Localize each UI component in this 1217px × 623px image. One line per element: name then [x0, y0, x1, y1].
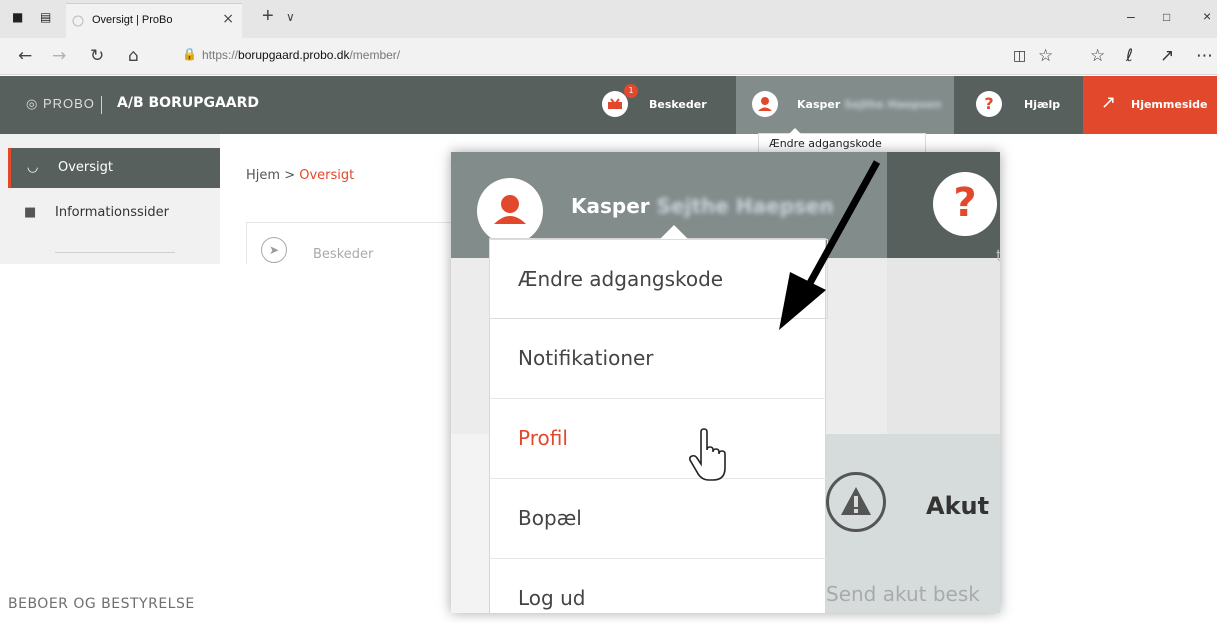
messages-label: Beskeder — [649, 98, 707, 111]
org-name: A/B BORUPGAARD — [117, 95, 260, 111]
favicon-icon — [72, 15, 84, 27]
sidebar-item-label: Informationssider — [55, 205, 170, 220]
favorite-star-icon[interactable]: ☆ — [1038, 46, 1053, 66]
homepage-button[interactable]: ↗ Hjemmeside — [1083, 76, 1217, 134]
breadcrumb-separator: > — [284, 168, 296, 183]
sidebar-item-label: Oversigt — [58, 160, 114, 175]
change-password-tooltip[interactable]: Ændre adgangskode — [758, 128, 926, 153]
menu-item-notifications[interactable]: Notifikationer — [490, 319, 827, 399]
browser-tab-bar: ■ ▤ Oversigt | ProBo × + ∨ – □ × — [0, 0, 1217, 38]
close-tab-icon[interactable]: × — [222, 11, 234, 27]
book-icon: ■ — [24, 205, 37, 220]
new-tab-icon[interactable]: + — [262, 5, 274, 28]
share-icon[interactable]: ↗ — [1160, 46, 1174, 66]
messages-card[interactable]: ➤ Beskeder — [246, 222, 456, 270]
app-header: ◎ PROBO A/B BORUPGAARD 1 Beskeder Kasper… — [0, 76, 1217, 134]
help-icon: ? — [976, 91, 1002, 117]
help-label: Hjælp — [1024, 98, 1061, 111]
web-note-icon[interactable]: ℓ — [1126, 46, 1133, 66]
sidebar-item-oversigt[interactable]: ◡ Oversigt — [8, 148, 220, 188]
inbox-icon — [602, 91, 628, 117]
akut-label: Akut — [926, 492, 990, 520]
tooltip-text: Ændre adgangskode — [769, 137, 882, 150]
reading-view-icon[interactable]: ◫ — [1013, 48, 1026, 64]
homepage-label: Hjemmeside — [1131, 98, 1208, 111]
breadcrumb-current: Oversigt — [299, 168, 355, 183]
send-icon: ➤ — [261, 237, 287, 263]
chevron-down-icon[interactable]: ∨ — [286, 10, 295, 24]
minimize-icon[interactable]: – — [1127, 8, 1135, 24]
browser-tab[interactable]: Oversigt | ProBo × — [66, 3, 242, 38]
user-avatar-icon — [752, 91, 778, 117]
messages-badge: 1 — [624, 84, 638, 98]
menu-item-residence[interactable]: Bopæl — [490, 479, 827, 559]
breadcrumb: Hjem > Oversigt — [246, 168, 354, 183]
sidebar: ◡ Oversigt ■ Informationssider — [0, 134, 220, 264]
external-link-icon: ↗ — [1101, 92, 1117, 113]
menu-item-change-password[interactable]: Ændre adgangskode — [489, 239, 828, 319]
messages-button[interactable]: 1 Beskeder — [580, 76, 736, 134]
card-title: Beskeder — [313, 247, 374, 262]
menu-item-profile[interactable]: Profil — [490, 399, 827, 479]
zoom-right-label: tbesked — [996, 246, 1000, 265]
url-text: https://borupgaard.probo.dk/member/ — [202, 48, 401, 62]
home-icon[interactable]: ⌂ — [128, 46, 139, 66]
refresh-icon[interactable]: ↻ — [90, 46, 104, 66]
tab-preview-icon[interactable]: ▤ — [40, 10, 51, 24]
breadcrumb-home[interactable]: Hjem — [246, 168, 280, 183]
zoom-user-avatar-icon — [477, 178, 543, 244]
menu-item-logout[interactable]: Log ud — [490, 559, 827, 613]
probo-logo[interactable]: ◎ PROBO — [26, 96, 95, 112]
user-menu-button[interactable]: Kasper Sejthe Haepsen — [736, 76, 954, 134]
tab-actions-icon[interactable]: ■ — [12, 10, 23, 24]
sidebar-item-informationssider[interactable]: ■ Informationssider — [8, 193, 220, 233]
favorites-hub-icon[interactable]: ☆ — [1090, 46, 1105, 66]
back-icon[interactable]: ← — [18, 46, 32, 66]
forward-icon[interactable]: → — [52, 46, 66, 66]
hand-cursor-icon — [688, 428, 726, 481]
zoom-user-name: Kasper Sejthe Haepsen — [571, 194, 834, 218]
zoom-help-icon[interactable]: ? — [933, 172, 997, 236]
close-window-icon[interactable]: × — [1203, 8, 1211, 24]
more-icon[interactable]: ⋯ — [1196, 46, 1213, 66]
dashboard-icon: ◡ — [27, 160, 39, 175]
address-field[interactable]: 🔒 https://borupgaard.probo.dk/member/ — [170, 43, 1060, 68]
warning-icon — [826, 472, 886, 532]
maximize-icon[interactable]: □ — [1163, 10, 1170, 24]
send-akut-label: Send akut besk — [826, 582, 980, 606]
address-toolbar: ← → ↻ ⌂ 🔒 https://borupgaard.probo.dk/me… — [0, 38, 1217, 75]
help-button[interactable]: ? Hjælp — [954, 76, 1069, 134]
zoom-inset: Kasper Sejthe Haepsen ? tbesked Akut Sen… — [451, 152, 1000, 613]
header-divider — [101, 96, 102, 114]
lock-icon: 🔒 — [182, 47, 197, 61]
sidebar-divider — [55, 252, 175, 253]
user-dropdown-menu: Ændre adgangskode Notifikationer Profil … — [489, 225, 828, 613]
tab-title: Oversigt | ProBo — [92, 14, 173, 26]
footer-text: BEBOER OG BESTYRELSE — [8, 596, 195, 612]
user-name: Kasper Sejthe Haepsen — [797, 98, 942, 111]
